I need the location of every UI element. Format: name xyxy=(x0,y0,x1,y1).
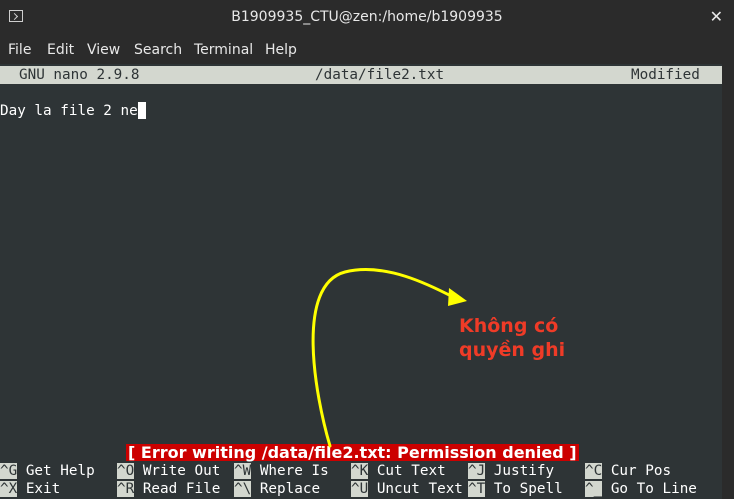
arrow-head-icon xyxy=(448,288,467,306)
annotation-line-1: Không có xyxy=(459,315,559,337)
annotation-text: Không có quyền ghi xyxy=(459,314,565,362)
arrow-curve xyxy=(311,268,457,448)
annotation-arrow xyxy=(311,268,467,448)
annotation-line-2: quyền ghi xyxy=(459,339,566,361)
